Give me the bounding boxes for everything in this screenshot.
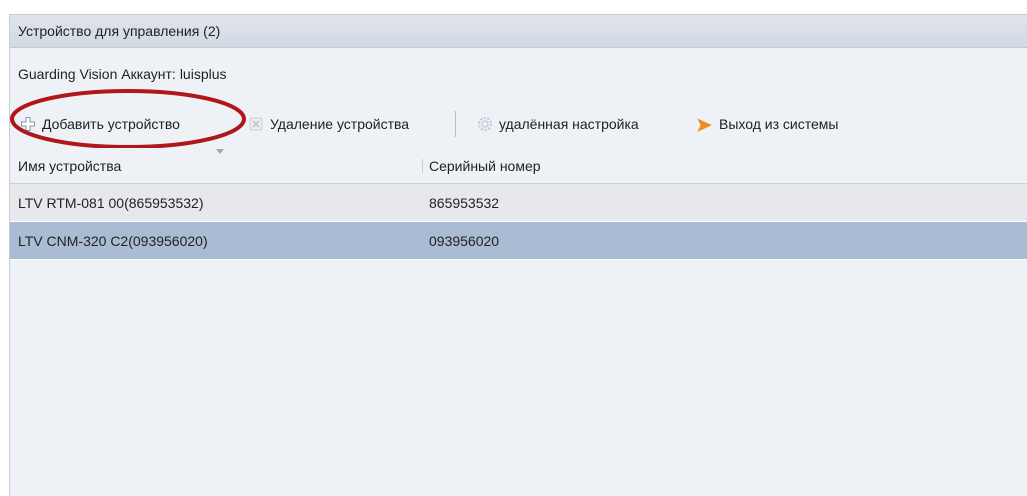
account-username: luisplus <box>179 66 227 82</box>
remote-settings-label: удалённая настройка <box>499 116 639 132</box>
table-row-selected[interactable]: LTV CNM-320 C2(093956020) 093956020 <box>10 222 1027 260</box>
gear-icon <box>478 117 492 131</box>
panel-title: Устройство для управления (2) <box>10 15 1027 48</box>
remote-settings-button[interactable]: удалённая настройка <box>477 105 639 143</box>
delete-device-button[interactable]: Удаление устройства <box>248 105 409 143</box>
add-device-button[interactable]: Добавить устройство <box>20 105 180 143</box>
toolbar-divider <box>455 111 456 137</box>
device-name-cell: LTV RTM-081 00(865953532) <box>18 195 204 211</box>
logout-button[interactable]: Выход из системы <box>695 105 838 143</box>
column-header-device-name[interactable]: Имя устройства <box>18 148 121 184</box>
delete-icon <box>249 117 263 131</box>
add-device-label: Добавить устройство <box>42 116 180 132</box>
delete-device-label: Удаление устройства <box>270 116 410 132</box>
account-label: Guarding Vision Аккаунт: <box>18 66 176 82</box>
serial-number-cell: 865953532 <box>429 195 500 211</box>
table-row[interactable]: LTV RTM-081 00(865953532) 865953532 <box>10 184 1027 222</box>
column-separator[interactable] <box>422 159 423 173</box>
account-info: Guarding Vision Аккаунт: luisplus <box>18 66 227 82</box>
sort-caret-icon[interactable] <box>216 149 224 154</box>
logout-arrow-icon <box>697 118 712 132</box>
device-name-cell: LTV CNM-320 C2(093956020) <box>18 233 208 249</box>
plus-icon <box>21 117 35 131</box>
logout-label: Выход из системы <box>719 116 839 132</box>
serial-number-cell: 093956020 <box>429 233 500 249</box>
device-table: Имя устройства Серийный номер LTV RTM-08… <box>10 148 1027 260</box>
column-header-serial-number[interactable]: Серийный номер <box>429 148 541 184</box>
table-header: Имя устройства Серийный номер <box>10 148 1027 184</box>
toolbar: Добавить устройство Удаление устройства … <box>10 105 1027 143</box>
device-management-panel: Устройство для управления (2) Guarding V… <box>9 14 1027 496</box>
